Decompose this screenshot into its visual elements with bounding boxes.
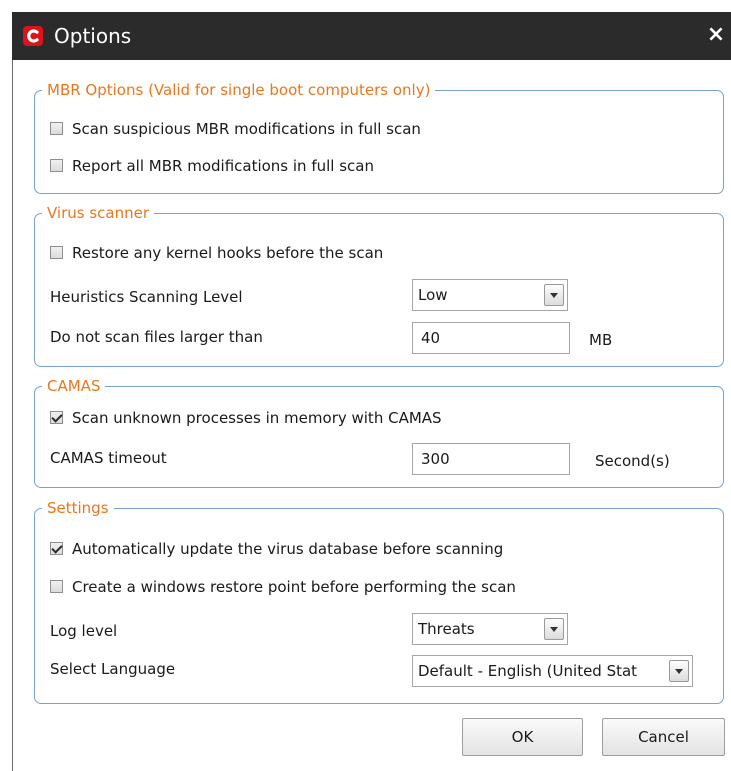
max-file-size-label: Do not scan files larger than [50, 328, 263, 346]
options-dialog: Options × MBR Options (Valid for single … [12, 12, 731, 771]
scan-suspicious-mbr-label: Scan suspicious MBR modifications in ful… [72, 120, 421, 138]
window-title: Options [54, 24, 132, 48]
restore-point-label: Create a windows restore point before pe… [72, 578, 516, 596]
group-legend-camas: CAMAS [42, 376, 106, 396]
auto-update-label: Automatically update the virus database … [72, 540, 504, 558]
language-label: Select Language [50, 660, 176, 678]
cancel-button[interactable]: Cancel [602, 718, 725, 756]
log-level-select[interactable]: Threats [412, 613, 568, 645]
group-legend-mbr: MBR Options (Valid for single boot compu… [42, 80, 436, 100]
language-value: Default - English (United Stat [418, 662, 638, 680]
auto-update-checkbox[interactable] [50, 542, 63, 555]
log-level-value: Threats [418, 620, 475, 638]
title-bar: Options × [12, 12, 731, 60]
language-select[interactable]: Default - English (United Stat [412, 655, 693, 687]
restore-point-checkbox[interactable] [50, 580, 63, 593]
restore-kernel-hooks-checkbox[interactable] [50, 246, 63, 259]
heuristics-level-select[interactable]: Low [412, 279, 568, 311]
restore-kernel-hooks-label: Restore any kernel hooks before the scan [72, 244, 384, 262]
max-file-size-unit: MB [589, 331, 613, 349]
max-file-size-input[interactable]: 40 [412, 322, 570, 354]
group-camas: CAMAS Scan unknown processes in memory w… [34, 376, 724, 488]
comodo-logo-icon [23, 26, 43, 46]
window-border [12, 60, 13, 771]
camas-timeout-unit: Second(s) [595, 452, 670, 470]
camas-timeout-input[interactable]: 300 [412, 443, 570, 475]
group-legend-settings: Settings [42, 498, 114, 518]
chevron-down-icon[interactable] [544, 284, 564, 306]
chevron-down-icon[interactable] [544, 618, 564, 640]
heuristics-level-value: Low [418, 286, 448, 304]
scan-unknown-processes-label: Scan unknown processes in memory with CA… [72, 409, 442, 427]
chevron-down-icon[interactable] [669, 660, 689, 682]
report-all-mbr-label: Report all MBR modifications in full sca… [72, 157, 374, 175]
group-settings: Settings Automatically update the virus … [34, 498, 724, 704]
log-level-label: Log level [50, 622, 118, 640]
scan-suspicious-mbr-checkbox[interactable] [50, 122, 63, 135]
close-icon[interactable]: × [701, 20, 731, 50]
camas-timeout-label: CAMAS timeout [50, 449, 167, 467]
group-virus-scanner: Virus scanner Restore any kernel hooks b… [34, 203, 724, 367]
scan-unknown-processes-checkbox[interactable] [50, 411, 63, 424]
report-all-mbr-checkbox[interactable] [50, 159, 63, 172]
group-legend-virus-scanner: Virus scanner [42, 203, 155, 223]
heuristics-level-label: Heuristics Scanning Level [50, 288, 243, 306]
group-mbr-options: MBR Options (Valid for single boot compu… [34, 80, 724, 194]
ok-button[interactable]: OK [462, 718, 583, 756]
